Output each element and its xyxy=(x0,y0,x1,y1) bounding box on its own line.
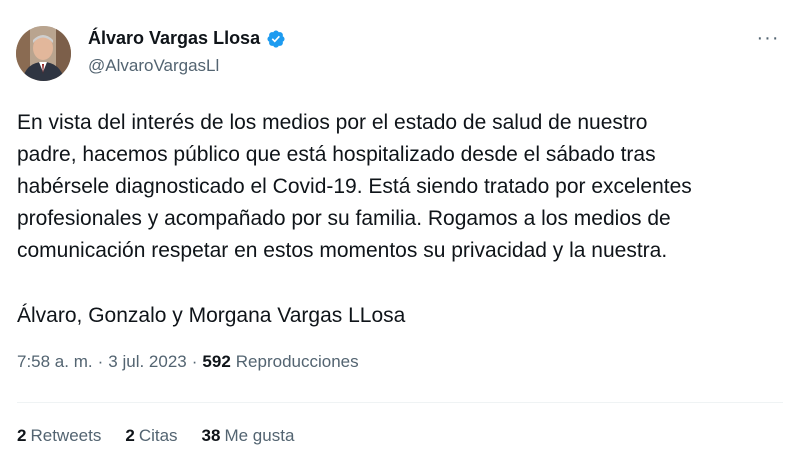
tweet-text: En vista del interés de los medios por e… xyxy=(17,111,692,262)
meta-separator: · xyxy=(97,352,104,371)
tweet-time[interactable]: 7:58 a. m. xyxy=(17,352,93,372)
avatar-image xyxy=(16,26,71,81)
quotes-label: Citas xyxy=(138,426,178,445)
retweets-label: Retweets xyxy=(30,426,102,445)
meta-separator: · xyxy=(191,352,198,371)
views-label: Reproducciones xyxy=(235,352,359,371)
author-handle[interactable]: @AlvaroVargasLl xyxy=(88,56,219,76)
retweets-count: 2 xyxy=(17,426,27,445)
likes-count: 38 xyxy=(201,426,221,445)
tweet-date[interactable]: 3 jul. 2023 xyxy=(108,352,186,372)
views-count: 592 xyxy=(202,352,231,371)
author-name-row: Álvaro Vargas Llosa xyxy=(88,28,286,49)
tweet-card: Álvaro Vargas Llosa @AlvaroVargasLl ··· … xyxy=(0,0,800,449)
quotes-stat[interactable]: 2 Citas xyxy=(125,426,177,446)
divider xyxy=(17,402,783,403)
more-horizontal-icon: ··· xyxy=(756,26,780,49)
tweet-meta: 7:58 a. m. · 3 jul. 2023 · 592 Reproducc… xyxy=(17,352,359,372)
verified-badge-icon xyxy=(266,29,286,49)
author-display-name[interactable]: Álvaro Vargas Llosa xyxy=(88,28,260,49)
engagement-stats: 2 Retweets 2 Citas 38 Me gusta xyxy=(17,426,294,446)
retweets-stat[interactable]: 2 Retweets xyxy=(17,426,101,446)
likes-label: Me gusta xyxy=(224,426,295,445)
avatar[interactable] xyxy=(16,26,71,81)
tweet-signature: Álvaro, Gonzalo y Morgana Vargas LLosa xyxy=(17,304,406,327)
likes-stat[interactable]: 38 Me gusta xyxy=(202,426,295,446)
more-options-button[interactable]: ··· xyxy=(754,24,782,52)
quotes-count: 2 xyxy=(125,426,135,445)
